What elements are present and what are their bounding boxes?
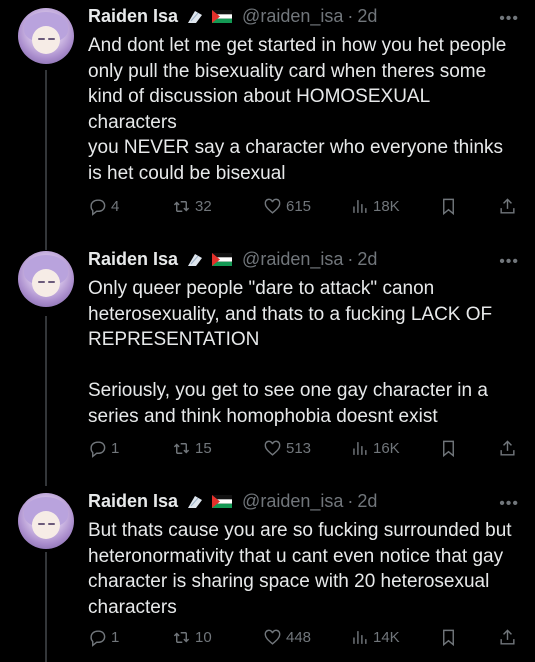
tweet-text: But thats cause you are so fucking surro…: [88, 520, 517, 618]
user-handle[interactable]: @raiden_isa: [242, 6, 343, 27]
views-count: 14K: [373, 629, 400, 646]
repost-button[interactable]: 10: [172, 628, 212, 647]
more-icon[interactable]: •••: [499, 253, 519, 271]
views-count: 16K: [373, 440, 400, 457]
tweet-header: Raiden Isa @raiden_isa · 2d: [88, 6, 377, 27]
share-icon: [500, 629, 515, 645]
repost-icon: [173, 443, 190, 454]
bookmark-button[interactable]: [439, 197, 458, 216]
like-count: 615: [286, 198, 312, 215]
views-button[interactable]: 18K: [350, 197, 400, 216]
avatar[interactable]: [18, 493, 74, 549]
user-handle[interactable]: @raiden_isa: [242, 491, 343, 512]
avatar[interactable]: [18, 8, 74, 64]
share-button[interactable]: [498, 628, 517, 647]
share-icon: [500, 440, 515, 456]
bookmark-icon: [443, 198, 454, 216]
repost-button[interactable]: 32: [172, 197, 212, 216]
reply-icon: [90, 441, 106, 458]
like-icon: [264, 629, 281, 645]
like-button[interactable]: 615: [263, 197, 311, 216]
user-handle[interactable]: @raiden_isa: [242, 249, 343, 270]
separator-dot: ·: [347, 6, 354, 26]
like-count: 448: [286, 629, 312, 646]
bookmark-icon: [443, 629, 454, 647]
flag-icon: [212, 253, 233, 266]
tweet[interactable]: Raiden Isa @raiden_isa · 2d ••• But that…: [0, 485, 535, 662]
share-button[interactable]: [498, 197, 517, 216]
reply-count: 1: [111, 440, 120, 457]
more-icon[interactable]: •••: [499, 495, 519, 513]
verified-badge-icon: [188, 253, 203, 266]
verified-badge-icon: [188, 495, 203, 508]
avatar[interactable]: [18, 251, 74, 307]
reply-button[interactable]: 4: [88, 197, 119, 216]
views-icon: [353, 631, 367, 644]
views-button[interactable]: 14K: [350, 628, 400, 647]
repost-count: 10: [195, 629, 212, 646]
reply-count: 4: [111, 198, 120, 215]
tweet-actions: 4 32 615 18K: [88, 197, 518, 219]
repost-count: 32: [195, 198, 212, 215]
bookmark-icon: [443, 440, 454, 458]
timestamp[interactable]: 2d: [357, 491, 377, 512]
share-icon: [500, 198, 515, 214]
views-icon: [353, 200, 367, 213]
views-count: 18K: [373, 198, 400, 215]
timestamp[interactable]: 2d: [357, 6, 377, 27]
reply-icon: [90, 199, 106, 216]
repost-icon: [173, 201, 190, 212]
bookmark-button[interactable]: [439, 628, 458, 647]
reply-icon: [90, 630, 106, 647]
like-icon: [264, 440, 281, 456]
views-button[interactable]: 16K: [350, 439, 400, 458]
flag-icon: [212, 10, 233, 23]
separator-dot: ·: [347, 491, 354, 511]
reply-count: 1: [111, 629, 120, 646]
tweet-text: Only queer people "dare to attack" canon…: [88, 278, 493, 427]
more-icon[interactable]: •••: [499, 10, 519, 28]
views-icon: [353, 442, 367, 455]
display-name[interactable]: Raiden Isa: [88, 491, 178, 512]
tweet[interactable]: Raiden Isa @raiden_isa · 2d ••• And dont…: [0, 0, 535, 238]
tweet-header: Raiden Isa @raiden_isa · 2d: [88, 249, 377, 270]
tweet-actions: 1 15 513 16K: [88, 439, 518, 461]
like-icon: [264, 198, 281, 214]
like-button[interactable]: 513: [263, 439, 311, 458]
tweet-actions: 1 10 448 14K: [88, 628, 518, 650]
timestamp[interactable]: 2d: [357, 249, 377, 270]
like-count: 513: [286, 440, 312, 457]
bookmark-button[interactable]: [439, 439, 458, 458]
tweet[interactable]: Raiden Isa @raiden_isa · 2d ••• Only que…: [0, 243, 535, 481]
verified-badge-icon: [188, 10, 203, 23]
flag-icon: [212, 495, 233, 508]
separator-dot: ·: [347, 249, 354, 269]
share-button[interactable]: [498, 439, 517, 458]
repost-count: 15: [195, 440, 212, 457]
like-button[interactable]: 448: [263, 628, 311, 647]
reply-button[interactable]: 1: [88, 439, 119, 458]
display-name[interactable]: Raiden Isa: [88, 249, 178, 270]
tweet-text: And dont let me get started in how you h…: [88, 35, 507, 184]
tweet-header: Raiden Isa @raiden_isa · 2d: [88, 491, 377, 512]
repost-button[interactable]: 15: [172, 439, 212, 458]
display-name[interactable]: Raiden Isa: [88, 6, 178, 27]
repost-icon: [173, 632, 190, 643]
reply-button[interactable]: 1: [88, 628, 119, 647]
